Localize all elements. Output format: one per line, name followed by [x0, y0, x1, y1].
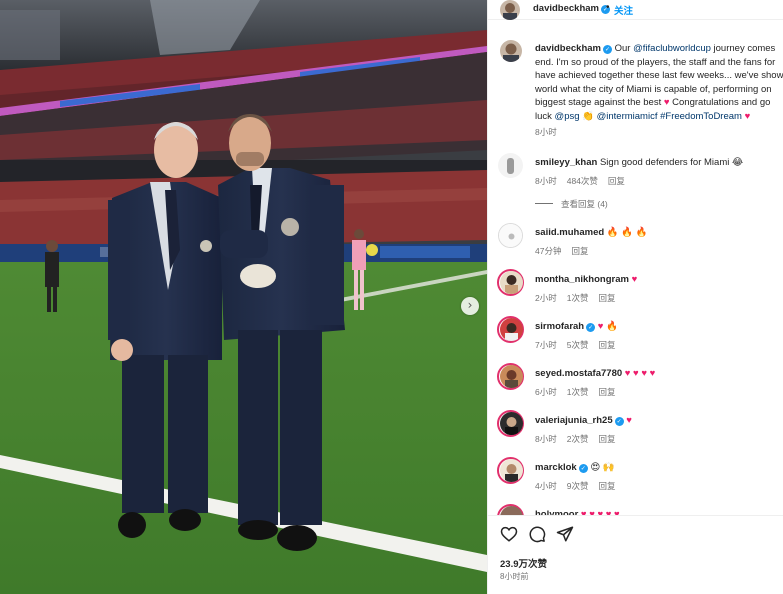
- comment-item: montha_nikhongram ♥ 2小时 1次赞 回复: [488, 269, 783, 310]
- commenter-avatar[interactable]: [500, 318, 523, 341]
- comment-emoji: 🔥 🔥 🔥: [606, 227, 648, 238]
- commenter-avatar[interactable]: [498, 223, 523, 248]
- post-side-panel: davidbeckham ✓ • 关注 davidbeckham ✓ Our @fi…: [487, 0, 783, 594]
- reply-button[interactable]: 回复: [571, 246, 588, 256]
- comment-time: 2小时: [535, 293, 557, 303]
- comment-likes[interactable]: 1次赞: [567, 293, 589, 303]
- reply-button[interactable]: 回复: [598, 434, 615, 444]
- like-count[interactable]: 23.9万次赞: [500, 556, 547, 570]
- verified-badge-icon: ✓: [614, 417, 624, 426]
- comment-username[interactable]: sirmofarah: [535, 321, 584, 332]
- comment-likes[interactable]: 1次赞: [567, 387, 589, 397]
- reply-button[interactable]: 回复: [598, 340, 615, 350]
- reply-button[interactable]: 回复: [598, 387, 615, 397]
- comment-emoji: ♥: [626, 415, 632, 426]
- comment-time: 8小时: [535, 176, 557, 186]
- send-icon[interactable]: [556, 525, 574, 543]
- verified-badge-icon: ✓: [603, 45, 612, 54]
- mention-link[interactable]: @psg: [555, 111, 580, 122]
- comment-item: saiid.muhamed 🔥 🔥 🔥 47分钟 回复: [488, 223, 783, 263]
- heart-emoji: ♥: [741, 110, 751, 122]
- view-replies-button[interactable]: 查看回复 (4): [535, 198, 608, 210]
- mention-link[interactable]: @intermiamicf #FreedomToDream: [597, 111, 742, 122]
- comment-item: seyed.mostafa7780 ♥ ♥ ♥ ♥ 6小时 1次赞 回复: [488, 363, 783, 404]
- comment-text: Sign good defenders for Miami: [599, 157, 730, 168]
- commenter-avatar[interactable]: [500, 271, 523, 294]
- comment-emoji: ♥: [631, 274, 638, 285]
- comment-item: holymoor ♥ ♥ ♥ ♥ ♥: [488, 504, 783, 515]
- post-header: davidbeckham ✓ • 关注: [488, 0, 783, 20]
- commenter-avatar[interactable]: [500, 459, 523, 482]
- comment-emoji: ♥ 🔥: [597, 321, 618, 332]
- comment-item: valeriajunia_rh25 ✓ ♥ 8小时 2次赞 回复: [488, 410, 783, 451]
- comment-username[interactable]: saiid.muhamed: [535, 227, 604, 238]
- comment-emoji: ♥ ♥ ♥ ♥: [624, 368, 656, 379]
- comment-time: 7小时: [535, 340, 557, 350]
- reply-button[interactable]: 回复: [608, 176, 625, 186]
- author-avatar[interactable]: [500, 0, 520, 20]
- comment-time: 6小时: [535, 387, 557, 397]
- comment-emoji: 😂: [732, 157, 744, 168]
- separator-dot: •: [606, 2, 610, 13]
- comment-username[interactable]: montha_nikhongram: [535, 274, 629, 285]
- verified-badge-icon: ✓: [586, 323, 596, 332]
- heart-icon[interactable]: [500, 525, 518, 543]
- stadium-photo: [0, 0, 487, 594]
- comment-item: marcklok ✓ 😍 🙌 4小时 9次赞 回复: [488, 457, 783, 498]
- commenter-avatar[interactable]: [498, 153, 523, 178]
- verified-badge-icon: ✓: [578, 464, 588, 473]
- caption-username[interactable]: davidbeckham: [535, 43, 601, 54]
- posted-time: 8小时前: [500, 572, 529, 581]
- post-photo: ›: [0, 0, 487, 594]
- author-username[interactable]: davidbeckham: [533, 3, 599, 14]
- comment-likes[interactable]: 484次赞: [567, 176, 598, 186]
- comment-username[interactable]: seyed.mostafa7780: [535, 368, 622, 379]
- chevron-right-icon: ›: [467, 298, 473, 312]
- reply-button[interactable]: 回复: [598, 293, 615, 303]
- comment-item: smileyy_khan Sign good defenders for Mia…: [488, 153, 783, 193]
- reply-button[interactable]: 回复: [598, 481, 615, 491]
- caption-author-avatar[interactable]: [500, 40, 522, 62]
- comment-time: 4小时: [535, 481, 557, 491]
- post-actions-bar: 23.9万次赞 8小时前: [488, 515, 783, 594]
- caption-text: davidbeckham ✓ Our @fifaclubworldcup jour…: [535, 43, 783, 122]
- comment-time: 8小时: [535, 434, 557, 444]
- comment-icon[interactable]: [528, 525, 546, 543]
- comment-username[interactable]: marcklok: [535, 462, 577, 473]
- comments-scroll-area[interactable]: davidbeckham ✓ Our @fifaclubworldcup jour…: [488, 20, 783, 515]
- commenter-avatar[interactable]: [500, 365, 523, 388]
- comment-likes[interactable]: 5次赞: [567, 340, 589, 350]
- comment-emoji: 😍 🙌: [590, 462, 615, 473]
- comment-username[interactable]: smileyy_khan: [535, 157, 597, 168]
- comment-item: sirmofarah ✓ ♥ 🔥 7小时 5次赞 回复: [488, 316, 783, 357]
- commenter-avatar[interactable]: [500, 412, 523, 435]
- comment-time: 47分钟: [535, 246, 562, 256]
- follow-button[interactable]: 关注: [614, 3, 633, 17]
- mention-link[interactable]: @fifaclubworldcup: [633, 43, 711, 54]
- comment-username[interactable]: valeriajunia_rh25: [535, 415, 613, 426]
- caption-time: 8小时: [535, 127, 557, 137]
- next-image-button[interactable]: ›: [461, 297, 479, 315]
- comment-likes[interactable]: 2次赞: [567, 434, 589, 444]
- comment-likes[interactable]: 9次赞: [567, 481, 589, 491]
